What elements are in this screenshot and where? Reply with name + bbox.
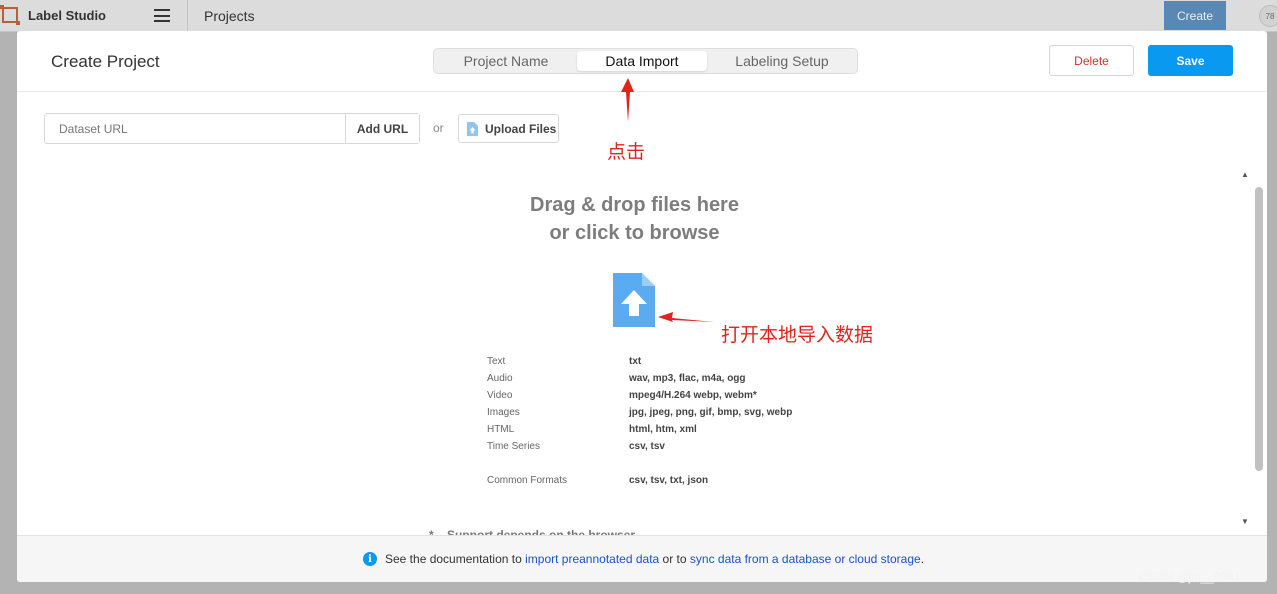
arrow-to-file-icon (658, 312, 714, 322)
arrow-to-data-import (621, 78, 634, 122)
annotation-arrows (621, 78, 714, 322)
annotation-open-local: 打开本地导入数据 (721, 324, 874, 346)
watermark: CSDN @jin__9981 (1139, 570, 1241, 584)
annotation-click: 点击 (607, 141, 646, 163)
